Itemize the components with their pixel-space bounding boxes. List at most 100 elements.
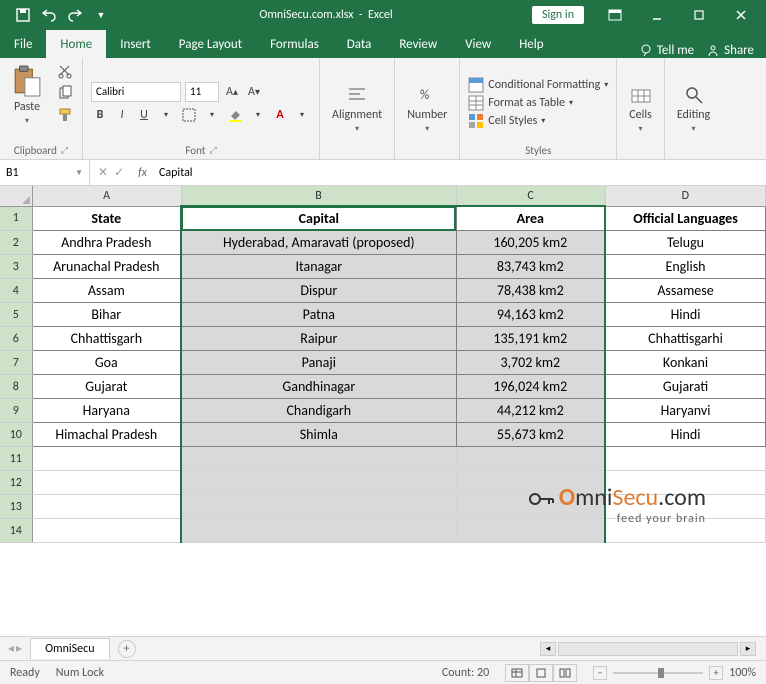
header-cell[interactable]: State (32, 206, 181, 231)
row-head[interactable]: 2 (0, 231, 32, 255)
sheet-tab[interactable]: OmniSecu (30, 638, 109, 659)
formula-input[interactable] (153, 160, 766, 185)
table-cell[interactable]: Himachal Pradesh (32, 423, 181, 447)
header-cell[interactable]: Official Languages (605, 206, 765, 231)
name-box-dropdown-icon[interactable]: ▼ (75, 168, 83, 178)
increase-font-icon[interactable]: A▴ (223, 83, 241, 101)
tab-formulas[interactable]: Formulas (256, 30, 333, 58)
table-cell[interactable]: 3,702 km2 (456, 351, 605, 375)
share-button[interactable]: Share (706, 43, 754, 58)
tab-file[interactable]: File (0, 30, 46, 58)
empty-cell[interactable] (456, 495, 605, 519)
bold-button[interactable]: B (91, 106, 109, 124)
table-cell[interactable]: 94,163 km2 (456, 303, 605, 327)
empty-cell[interactable] (32, 519, 181, 543)
view-page-break-icon[interactable] (553, 664, 577, 682)
row-head[interactable]: 13 (0, 495, 32, 519)
table-cell[interactable]: 78,438 km2 (456, 279, 605, 303)
row-head[interactable]: 12 (0, 471, 32, 495)
qat-dropdown-icon[interactable]: ▼ (90, 4, 112, 26)
table-cell[interactable]: 160,205 km2 (456, 231, 605, 255)
empty-cell[interactable] (605, 495, 765, 519)
minimize-icon[interactable] (636, 0, 678, 30)
conditional-formatting-button[interactable]: Conditional Formatting ▾ (468, 77, 608, 93)
hscroll-track[interactable] (558, 642, 738, 656)
table-cell[interactable]: Panaji (181, 351, 456, 375)
zoom-out-button[interactable]: − (593, 666, 607, 680)
ribbon-display-icon[interactable] (594, 0, 636, 30)
undo-icon[interactable] (38, 4, 60, 26)
empty-cell[interactable] (456, 519, 605, 543)
tab-view[interactable]: View (451, 30, 505, 58)
italic-button[interactable]: I (113, 106, 131, 124)
table-cell[interactable]: Shimla (181, 423, 456, 447)
font-name-input[interactable] (91, 82, 181, 102)
table-cell[interactable]: Gujarat (32, 375, 181, 399)
table-cell[interactable]: Assam (32, 279, 181, 303)
save-icon[interactable] (12, 4, 34, 26)
table-cell[interactable]: Gandhinagar (181, 375, 456, 399)
table-cell[interactable]: Hindi (605, 423, 765, 447)
table-cell[interactable]: Andhra Pradesh (32, 231, 181, 255)
table-cell[interactable]: Arunachal Pradesh (32, 255, 181, 279)
empty-cell[interactable] (181, 519, 456, 543)
fill-color-icon[interactable] (225, 106, 245, 124)
table-cell[interactable]: Bihar (32, 303, 181, 327)
view-page-layout-icon[interactable] (529, 664, 553, 682)
alignment-button[interactable]: Alignment▾ (328, 82, 386, 136)
tab-home[interactable]: Home (46, 30, 106, 58)
zoom-in-button[interactable]: + (709, 666, 723, 680)
copy-icon[interactable] (56, 84, 74, 102)
col-head-c[interactable]: C (456, 186, 605, 206)
cancel-formula-icon[interactable]: ✕ (98, 165, 108, 180)
table-cell[interactable]: English (605, 255, 765, 279)
table-cell[interactable]: 44,212 km2 (456, 399, 605, 423)
borders-icon[interactable] (179, 106, 199, 124)
row-head[interactable]: 3 (0, 255, 32, 279)
empty-cell[interactable] (456, 471, 605, 495)
clipboard-launcher-icon[interactable]: ⤢ (61, 145, 68, 156)
header-cell[interactable]: Area (456, 206, 605, 231)
zoom-slider[interactable] (613, 672, 703, 674)
format-as-table-button[interactable]: Format as Table ▾ (468, 95, 608, 111)
fx-button[interactable]: fx (132, 166, 153, 180)
sheet-nav-prev-icon[interactable]: ◂ (8, 641, 14, 656)
tab-page-layout[interactable]: Page Layout (165, 30, 256, 58)
table-cell[interactable]: Patna (181, 303, 456, 327)
table-cell[interactable]: Gujarati (605, 375, 765, 399)
table-cell[interactable]: Hyderabad, Amaravati (proposed) (181, 231, 456, 255)
close-icon[interactable] (720, 0, 762, 30)
hscroll-right-icon[interactable]: ▸ (740, 642, 756, 656)
col-head-a[interactable]: A (32, 186, 181, 206)
format-painter-icon[interactable] (56, 106, 74, 124)
empty-cell[interactable] (181, 447, 456, 471)
table-cell[interactable]: Raipur (181, 327, 456, 351)
table-cell[interactable]: Chhattisgarh (32, 327, 181, 351)
row-head[interactable]: 10 (0, 423, 32, 447)
font-launcher-icon[interactable]: ⤢ (209, 145, 216, 156)
empty-cell[interactable] (605, 447, 765, 471)
table-cell[interactable]: Konkani (605, 351, 765, 375)
hscroll-left-icon[interactable]: ◂ (540, 642, 556, 656)
zoom-level[interactable]: 100% (729, 666, 756, 680)
row-head[interactable]: 14 (0, 519, 32, 543)
empty-cell[interactable] (32, 495, 181, 519)
decrease-font-icon[interactable]: A▾ (245, 83, 263, 101)
empty-cell[interactable] (32, 471, 181, 495)
table-cell[interactable]: 196,024 km2 (456, 375, 605, 399)
cut-icon[interactable] (56, 62, 74, 80)
cell-styles-button[interactable]: Cell Styles ▾ (468, 113, 608, 129)
active-cell[interactable]: Capital (181, 206, 456, 231)
empty-cell[interactable] (456, 447, 605, 471)
tell-me-button[interactable]: Tell me (639, 43, 694, 58)
editing-button[interactable]: Editing▾ (673, 82, 714, 136)
row-head[interactable]: 5 (0, 303, 32, 327)
table-cell[interactable]: Assamese (605, 279, 765, 303)
row-head[interactable]: 9 (0, 399, 32, 423)
table-cell[interactable]: 55,673 km2 (456, 423, 605, 447)
tab-insert[interactable]: Insert (106, 30, 165, 58)
add-sheet-button[interactable]: + (118, 640, 136, 658)
name-box-input[interactable] (6, 166, 75, 180)
enter-formula-icon[interactable]: ✓ (114, 165, 124, 180)
sign-in-button[interactable]: Sign in (532, 6, 584, 24)
